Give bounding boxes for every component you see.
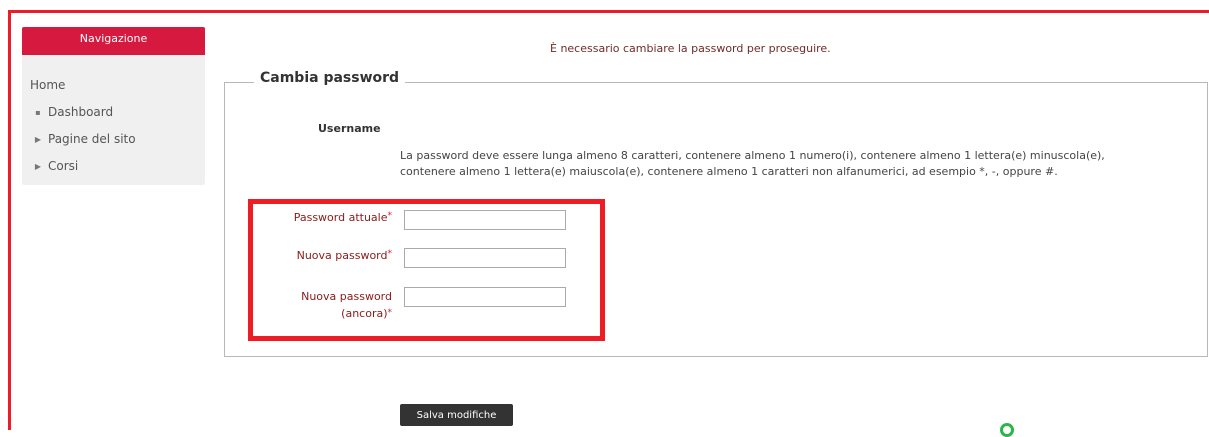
nav-item-label: Corsi (48, 159, 79, 173)
bullet-icon: ▪ (35, 107, 41, 117)
nav-item-site-pages[interactable]: ▶ Pagine del sito (34, 132, 136, 146)
cursor-indicator-icon (1000, 423, 1014, 437)
expand-arrow-icon[interactable]: ▶ (34, 162, 42, 171)
password-policy-text: La password deve essere lunga almeno 8 c… (400, 149, 1105, 178)
fieldset-legend: Cambia password (254, 70, 406, 86)
password-change-notice: È necessario cambiare la password per pr… (550, 42, 831, 55)
nav-item-label: Pagine del sito (48, 132, 136, 146)
annotation-frame-top (8, 10, 1209, 13)
nav-item-dashboard[interactable]: ▪ Dashboard (34, 105, 113, 119)
nav-item-label: Dashboard (48, 105, 114, 119)
annotation-frame-left (8, 10, 11, 430)
annotation-highlight-box (248, 199, 605, 341)
navigation-title: Navigazione (22, 27, 205, 55)
username-label: Username (318, 122, 381, 135)
nav-home-link[interactable]: Home (30, 78, 65, 92)
expand-arrow-icon[interactable]: ▶ (34, 135, 42, 144)
save-changes-button[interactable]: Salva modifiche (400, 404, 513, 426)
nav-item-courses[interactable]: ▶ Corsi (34, 159, 78, 173)
navigation-block: Navigazione Home ▪ Dashboard ▶ Pagine de… (22, 27, 205, 185)
